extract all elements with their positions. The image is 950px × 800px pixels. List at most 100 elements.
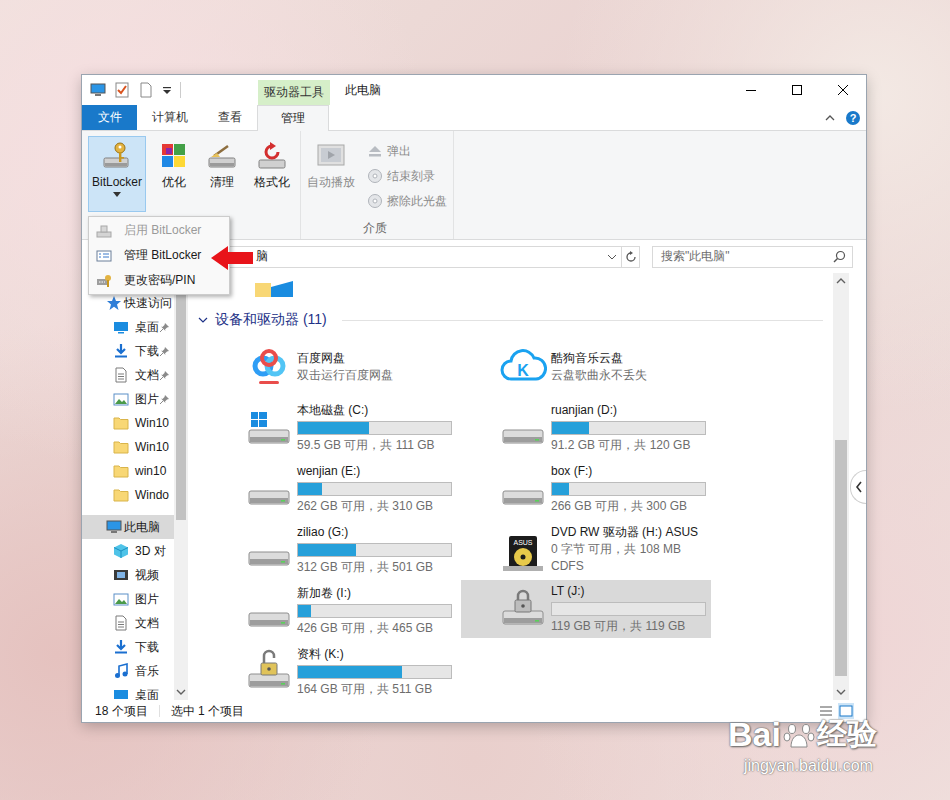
folder-icon	[113, 487, 129, 503]
drive-tile[interactable]: 新加卷 (I:)426 GB 可用，共 465 GB	[207, 580, 457, 641]
nav-item[interactable]: Win10	[82, 411, 174, 435]
nav-item[interactable]: 视频	[82, 563, 174, 587]
capacity-bar	[297, 421, 452, 435]
disk-icon	[245, 526, 293, 574]
drive-tile[interactable]: 本地磁盘 (C:)59.5 GB 可用，共 111 GB	[207, 397, 457, 458]
pin-icon[interactable]	[160, 395, 169, 404]
item-count: 18 个项目	[95, 703, 148, 720]
nav-item[interactable]: win10	[82, 459, 174, 483]
collapse-ribbon-icon[interactable]	[824, 112, 836, 124]
minimize-button[interactable]	[728, 75, 774, 105]
history-dropdown-icon[interactable]	[607, 254, 617, 260]
customize-dropdown-icon[interactable]	[162, 82, 172, 98]
documents-icon	[113, 367, 129, 383]
details-view-icon[interactable]	[819, 704, 833, 718]
bitlocker-icon	[499, 585, 547, 633]
search-box[interactable]: 搜索"此电脑"	[652, 246, 853, 268]
context-tab-header: 驱动器工具	[258, 80, 330, 105]
menu-item-icon	[96, 223, 112, 239]
nav-item[interactable]: 图片	[82, 387, 174, 411]
nav-scrollbar[interactable]	[174, 273, 188, 700]
close-button[interactable]	[820, 75, 866, 105]
large-icons-view-icon[interactable]	[838, 703, 854, 719]
nav-item[interactable]: 3D 对	[82, 539, 174, 563]
menu-item-icon	[96, 248, 112, 264]
burn-icon	[367, 168, 383, 184]
nav-item[interactable]: 桌面	[82, 683, 174, 700]
folder-icon	[113, 415, 129, 431]
content-scrollbar[interactable]	[833, 273, 849, 700]
svg-text:ASUS: ASUS	[513, 539, 532, 546]
quick-access-icon	[106, 295, 122, 311]
pin-icon[interactable]	[160, 323, 169, 332]
drive-tile[interactable]: 百度网盘双击运行百度网盘	[207, 336, 457, 397]
ribbon-tab[interactable]: 查看	[203, 105, 257, 130]
pin-icon[interactable]	[160, 371, 169, 380]
desktop-icon	[113, 319, 129, 335]
capacity-bar	[551, 602, 706, 616]
refresh-button[interactable]	[622, 246, 640, 268]
this-pc-icon	[106, 519, 122, 535]
scroll-down-icon[interactable]	[174, 684, 188, 700]
folder-icon	[113, 463, 129, 479]
capacity-bar	[551, 482, 706, 496]
nav-item[interactable]: 图片	[82, 587, 174, 611]
nav-item[interactable]: 此电脑	[82, 515, 174, 539]
computer-icon[interactable]	[90, 82, 106, 98]
nav-item[interactable]: Windo	[82, 483, 174, 507]
navigation-pane: 快速访问桌面下载文档图片Win10Win10win10Windo此电脑3D 对视…	[82, 273, 174, 700]
pin-icon[interactable]	[160, 347, 169, 356]
selection-count: 选中 1 个项目	[171, 703, 244, 720]
menu-item[interactable]: 更改密码/PIN	[89, 268, 229, 293]
scroll-up-icon[interactable]	[833, 273, 849, 289]
eject-icon	[367, 143, 383, 159]
drive-tile[interactable]: wenjian (E:)262 GB 可用，共 310 GB	[207, 458, 457, 519]
drive-grid: 百度网盘双击运行百度网盘K酷狗音乐云盘云盘歌曲永不丢失本地磁盘 (C:)59.5…	[207, 336, 833, 700]
cleanup-icon	[206, 140, 238, 172]
nav-item[interactable]: 文档	[82, 611, 174, 635]
window-title: 此电脑	[345, 82, 728, 99]
chevron-left-icon	[855, 481, 863, 493]
chevron-down-icon	[198, 315, 208, 325]
properties-icon[interactable]	[114, 82, 130, 98]
drive-tile[interactable]: LT (J:)119 GB 可用，共 119 GB	[461, 580, 711, 638]
ribbon-small-button[interactable]: 弹出	[367, 140, 447, 162]
menu-item-icon	[96, 273, 112, 289]
search-icon	[833, 250, 846, 263]
ribbon-button[interactable]: 自动播放	[303, 136, 359, 212]
nav-item[interactable]: 音乐	[82, 659, 174, 683]
maximize-button[interactable]	[774, 75, 820, 105]
ribbon-button[interactable]: 清理	[202, 136, 242, 212]
nav-item[interactable]: 桌面	[82, 315, 174, 339]
erase-icon	[367, 193, 383, 209]
drive-tile[interactable]: ASUSDVD RW 驱动器 (H:) ASUS0 字节 可用，共 108 MB…	[461, 519, 711, 580]
drive-tile[interactable]: 资料 (K:)164 GB 可用，共 511 GB	[207, 641, 457, 700]
nav-item[interactable]: Win10	[82, 435, 174, 459]
3d-icon	[113, 543, 129, 559]
new-folder-icon[interactable]	[138, 82, 154, 98]
pictures-icon	[113, 591, 129, 607]
section-header[interactable]: 设备和驱动器 (11)	[190, 309, 833, 331]
drive-tile[interactable]: ziliao (G:)312 GB 可用，共 501 GB	[207, 519, 457, 580]
ribbon-tab[interactable]: 计算机	[137, 105, 203, 130]
drive-tile[interactable]: box (F:)266 GB 可用，共 300 GB	[461, 458, 711, 519]
ribbon-tab[interactable]: 文件	[82, 105, 137, 130]
drive-tile[interactable]: ruanjian (D:)91.2 GB 可用，共 120 GB	[461, 397, 711, 458]
ribbon-small-button[interactable]: 结束刻录	[367, 165, 447, 187]
ribbon-button[interactable]: 格式化	[250, 136, 294, 212]
quick-access-toolbar	[82, 75, 258, 105]
music-icon	[113, 663, 129, 679]
ribbon-button[interactable]: BitLocker	[88, 136, 146, 212]
ribbon-tab[interactable]: 管理	[257, 105, 329, 131]
nav-item[interactable]: 文档	[82, 363, 174, 387]
menu-item[interactable]: 管理 BitLocker	[89, 243, 229, 268]
ribbon-button[interactable]: 优化	[154, 136, 194, 212]
scroll-down-icon[interactable]	[833, 684, 849, 700]
help-button[interactable]: ?	[846, 111, 860, 125]
nav-item[interactable]: 下载	[82, 339, 174, 363]
nav-item[interactable]: 下载	[82, 635, 174, 659]
scrolled-folders	[190, 273, 833, 297]
menu-item[interactable]: 启用 BitLocker	[89, 218, 229, 243]
ribbon-small-button[interactable]: 擦除此光盘	[367, 190, 447, 212]
drive-tile[interactable]: K酷狗音乐云盘云盘歌曲永不丢失	[461, 336, 711, 397]
